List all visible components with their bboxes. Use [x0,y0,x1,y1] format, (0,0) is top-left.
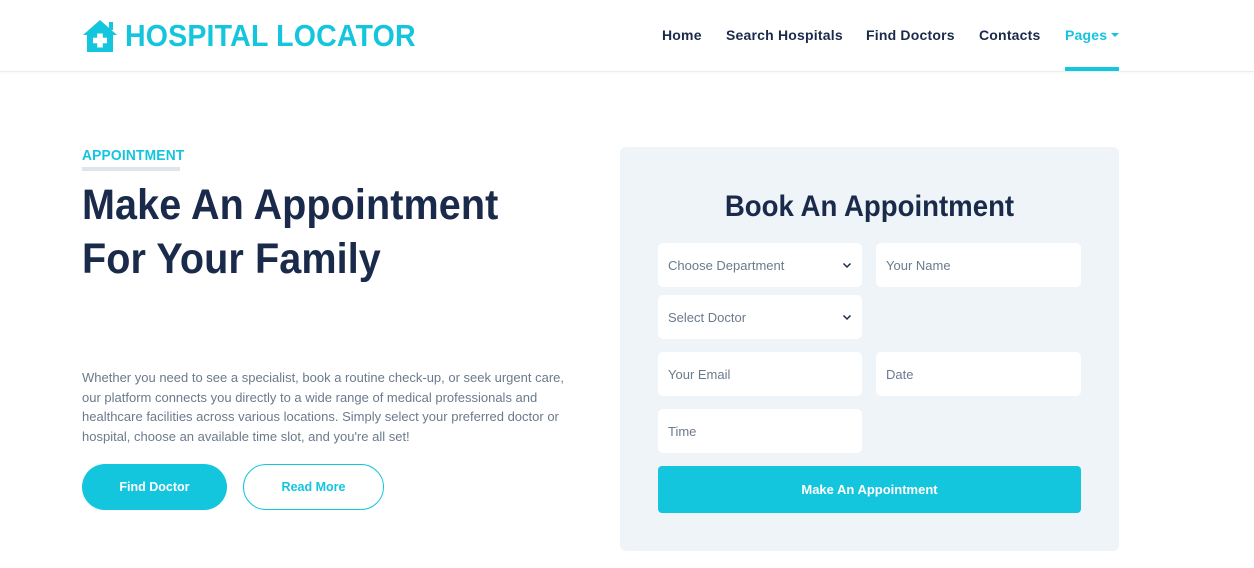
appointment-form-card: Book An Appointment Choose Department Se… [620,147,1119,551]
department-select[interactable]: Choose Department [658,243,862,287]
chevron-down-icon [842,314,852,321]
name-field[interactable] [876,243,1081,287]
nav-pages-label: Pages [1065,27,1108,43]
navbar: HOSPITAL LOCATOR Home Search Hospitals F… [0,0,1254,72]
date-field[interactable] [876,352,1081,396]
main-nav: Home Search Hospitals Find Doctors Conta… [0,0,1254,72]
hero-description: Whether you need to see a specialist, bo… [82,370,564,444]
time-field[interactable] [658,409,862,453]
nav-pages-dropdown[interactable]: Pages [1065,26,1120,44]
email-field[interactable] [658,352,862,396]
nav-home[interactable]: Home [662,26,702,44]
nav-find-doctors[interactable]: Find Doctors [866,26,955,44]
caret-down-icon [1111,33,1120,37]
eyebrow-underline [82,167,180,171]
find-doctor-button[interactable]: Find Doctor [82,464,227,510]
make-appointment-button[interactable]: Make An Appointment [658,466,1081,513]
section-eyebrow: APPOINTMENT [82,147,185,164]
page-title: Make An Appointment For Your Family [82,181,499,283]
form-title: Book An Appointment [724,190,1015,223]
chevron-down-icon [842,262,852,269]
department-select-value: Choose Department [668,257,785,273]
active-nav-indicator [1065,67,1119,71]
doctor-select[interactable]: Select Doctor [658,295,862,339]
nav-search-hospitals[interactable]: Search Hospitals [726,26,843,44]
read-more-button[interactable]: Read More [243,464,384,510]
doctor-select-value: Select Doctor [668,309,747,325]
nav-contacts[interactable]: Contacts [979,26,1041,44]
